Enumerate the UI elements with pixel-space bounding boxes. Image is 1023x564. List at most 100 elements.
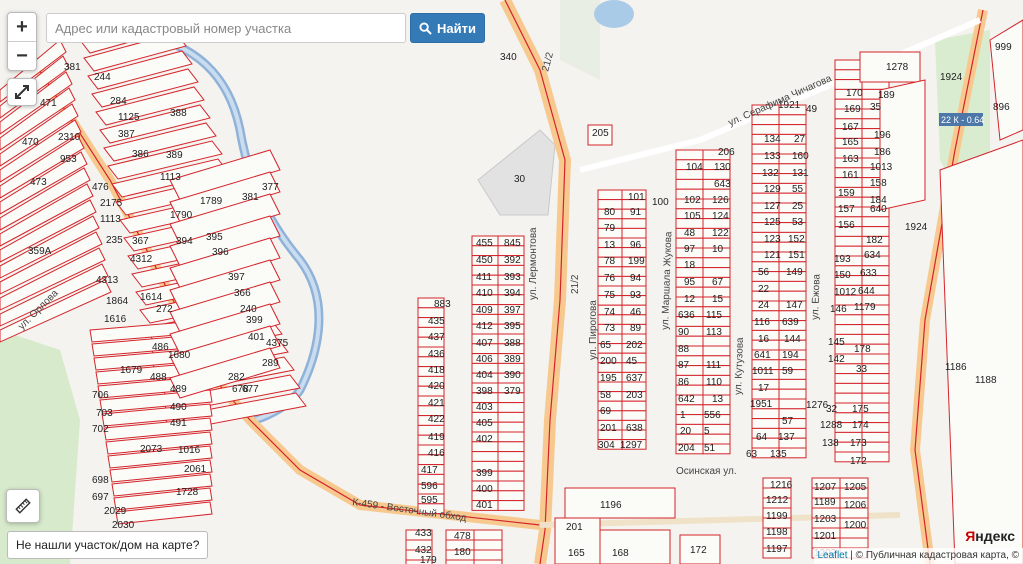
- parcel[interactable]: [497, 470, 525, 482]
- parcel[interactable]: [497, 421, 525, 433]
- parcel[interactable]: [497, 500, 525, 511]
- parcel[interactable]: [861, 333, 890, 345]
- parcel-number: 1278: [886, 62, 909, 73]
- parcel[interactable]: [778, 280, 807, 292]
- parcel[interactable]: [473, 559, 503, 564]
- parcel[interactable]: [751, 408, 780, 420]
- parcel-number: 1197: [766, 544, 788, 555]
- parcel[interactable]: [621, 410, 647, 421]
- parcel-number: 4375: [266, 338, 289, 349]
- parcel[interactable]: [834, 324, 863, 335]
- parcel-number: 422: [428, 414, 445, 425]
- parcel[interactable]: [497, 451, 525, 462]
- parcel[interactable]: [861, 324, 890, 335]
- parcel[interactable]: [675, 149, 704, 161]
- parcel[interactable]: [473, 529, 503, 541]
- parcel[interactable]: [751, 124, 780, 135]
- parcel-number: 157: [838, 204, 855, 215]
- parcel-number: 470: [22, 137, 39, 148]
- parcel[interactable]: [675, 178, 704, 190]
- parcel[interactable]: [497, 490, 525, 502]
- parcel-number: 284: [110, 96, 127, 107]
- parcel[interactable]: [597, 189, 623, 201]
- parcel-number: 89: [630, 323, 642, 334]
- cadastral-map[interactable]: 3020534011881186192419249998961196201165…: [0, 0, 1023, 564]
- parcel[interactable]: [702, 257, 731, 269]
- parcel[interactable]: [473, 549, 503, 561]
- parcel-number: 179: [420, 555, 437, 564]
- parcel-number: 16: [758, 334, 770, 345]
- parcel-number: 400: [476, 484, 493, 495]
- parcel[interactable]: [861, 216, 890, 228]
- parcel[interactable]: [834, 59, 863, 71]
- parcel[interactable]: [839, 537, 869, 549]
- not-found-button[interactable]: Не нашли участок/дом на карте?: [7, 531, 209, 559]
- parcel[interactable]: [861, 373, 890, 384]
- parcel-number: 379: [504, 386, 521, 397]
- parcel[interactable]: [599, 529, 671, 564]
- measure-button[interactable]: [6, 489, 40, 523]
- parcel-number: 10: [712, 244, 724, 255]
- parcel-number: 417: [421, 465, 438, 476]
- leaflet-link[interactable]: Leaflet: [818, 550, 848, 561]
- parcel-number: 205: [592, 128, 609, 139]
- parcel-number: 102: [684, 195, 701, 206]
- parcel[interactable]: [702, 267, 731, 278]
- parcel[interactable]: [702, 345, 731, 357]
- parcel[interactable]: [621, 218, 647, 229]
- parcel-number: 173: [850, 438, 867, 449]
- parcel[interactable]: [473, 539, 503, 551]
- parcel-number: 158: [870, 178, 887, 189]
- parcel-number: 244: [94, 72, 111, 83]
- parcel-number: 46: [630, 307, 642, 318]
- search-input[interactable]: [46, 13, 406, 43]
- search-button[interactable]: Найти: [410, 13, 485, 43]
- parcel[interactable]: [497, 411, 525, 423]
- parcel[interactable]: [497, 441, 525, 453]
- parcel-number: 389: [166, 150, 183, 161]
- parcel-number: 418: [428, 365, 445, 376]
- parcel[interactable]: [751, 418, 780, 429]
- parcel[interactable]: [778, 398, 807, 410]
- parcel-number: 1924: [940, 72, 963, 83]
- parcel-number: 97: [684, 244, 696, 255]
- parcel[interactable]: [497, 431, 525, 443]
- parcel-number: 33: [856, 364, 868, 375]
- zoom-control: + −: [7, 12, 37, 71]
- parcel[interactable]: [834, 314, 863, 326]
- parcel[interactable]: [778, 378, 807, 390]
- parcel-number: 2175: [100, 198, 123, 209]
- parcel[interactable]: [861, 392, 890, 404]
- parcel-number: 53: [792, 217, 804, 228]
- parcel[interactable]: [834, 382, 863, 394]
- fullscreen-button[interactable]: [7, 78, 37, 106]
- parcel-number: 1196: [600, 500, 622, 511]
- parcel[interactable]: [471, 451, 499, 462]
- parcel[interactable]: [445, 559, 475, 564]
- parcel-number: 399: [476, 468, 493, 479]
- zoom-in-button[interactable]: +: [8, 13, 36, 41]
- parcel[interactable]: [861, 353, 890, 365]
- parcel[interactable]: [861, 314, 890, 326]
- parcel[interactable]: [834, 235, 863, 247]
- parcel[interactable]: [497, 402, 525, 413]
- parcel[interactable]: [621, 400, 647, 412]
- parcel[interactable]: [497, 480, 525, 492]
- parcel[interactable]: [834, 373, 863, 384]
- parcel[interactable]: [778, 114, 807, 126]
- parcel-number: 1206: [844, 500, 867, 511]
- parcel-number: 999: [995, 42, 1012, 53]
- parcel[interactable]: [834, 392, 863, 404]
- parcel-number: 76: [604, 273, 616, 284]
- parcel[interactable]: [834, 69, 863, 81]
- parcel[interactable]: [621, 227, 647, 239]
- parcel[interactable]: [778, 124, 807, 135]
- parcel[interactable]: [778, 388, 807, 400]
- parcel-number: 2030: [112, 520, 135, 531]
- parcel-number: 435: [428, 316, 445, 327]
- zoom-out-button[interactable]: −: [8, 41, 36, 70]
- parcel[interactable]: [497, 460, 525, 472]
- parcel-number: 409: [476, 305, 493, 316]
- parcel[interactable]: [939, 139, 1023, 564]
- parcel[interactable]: [861, 382, 890, 394]
